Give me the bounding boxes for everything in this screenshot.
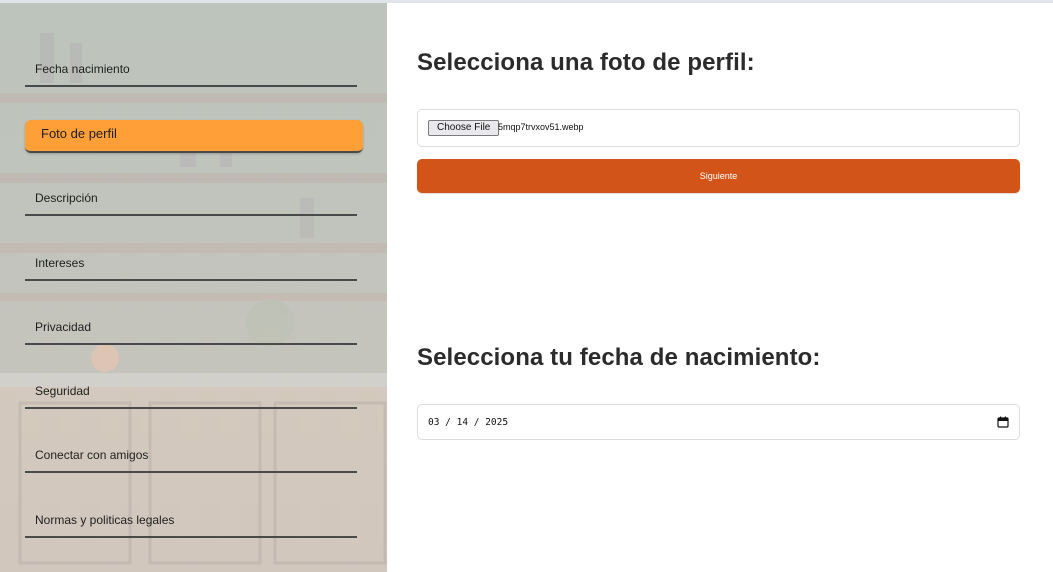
sidebar-item-privacidad[interactable]: Privacidad (25, 313, 357, 345)
sidebar-item-conectar-con-amigos[interactable]: Conectar con amigos (25, 441, 357, 473)
sidebar-item-label: Foto de perfil (41, 126, 117, 141)
sidebar-item-foto-de-perfil[interactable]: Foto de perfil (25, 120, 363, 153)
calendar-icon[interactable] (997, 416, 1009, 428)
sidebar-item-label: Descripción (35, 191, 98, 205)
birthdate-input[interactable]: 03 / 14 / 2025 (417, 404, 1020, 440)
sidebar: Fecha nacimiento Foto de perfil Descripc… (0, 3, 387, 572)
choose-file-button[interactable]: Choose File (428, 120, 500, 136)
photo-section-title: Selecciona una foto de perfil: (417, 49, 755, 76)
sidebar-item-label: Intereses (35, 256, 85, 270)
selected-file-name: 5mqp7trvxov51.webp (498, 122, 584, 132)
sidebar-item-label: Seguridad (35, 384, 90, 398)
sidebar-item-intereses[interactable]: Intereses (25, 249, 357, 281)
sidebar-nav: Fecha nacimiento Foto de perfil Descripc… (0, 3, 387, 572)
birthdate-section-title: Selecciona tu fecha de nacimiento: (417, 344, 821, 371)
siguiente-button[interactable]: Siguiente (417, 159, 1020, 193)
sidebar-item-label: Normas y politicas legales (35, 513, 175, 527)
sidebar-item-seguridad[interactable]: Seguridad (25, 377, 357, 409)
sidebar-item-descripcion[interactable]: Descripción (25, 184, 357, 216)
sidebar-item-normas-legales[interactable]: Normas y politicas legales (25, 506, 357, 538)
sidebar-item-fecha-nacimiento[interactable]: Fecha nacimiento (25, 55, 357, 87)
sidebar-item-label: Privacidad (35, 320, 92, 334)
birthdate-value: 03 / 14 / 2025 (428, 417, 509, 428)
sidebar-item-label: Fecha nacimiento (35, 62, 130, 76)
main-content: Selecciona una foto de perfil: Choose Fi… (387, 3, 1053, 572)
sidebar-item-label: Conectar con amigos (35, 448, 149, 462)
profile-photo-file-input[interactable]: Choose File 5mqp7trvxov51.webp (417, 109, 1020, 147)
